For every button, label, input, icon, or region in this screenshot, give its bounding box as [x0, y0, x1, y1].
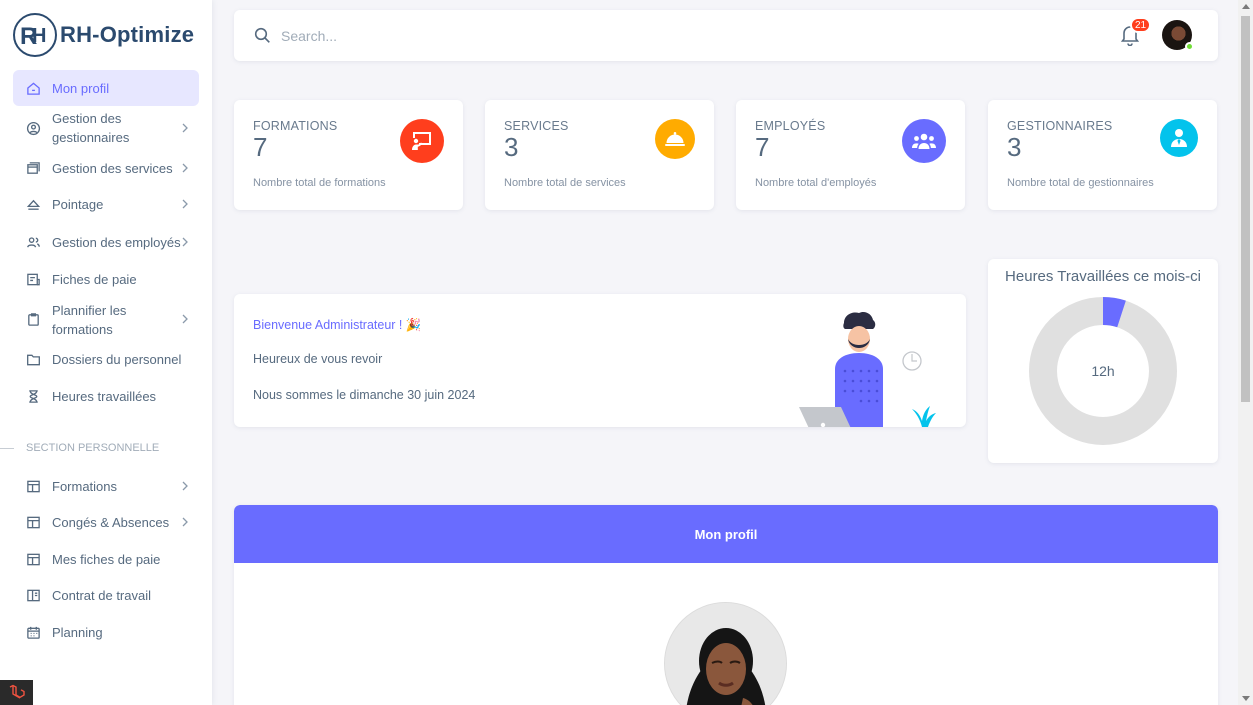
- chevron-right-icon: [181, 197, 191, 212]
- brand-logo-icon: R H: [13, 13, 57, 57]
- sidebar-item-formations[interactable]: Formations: [13, 468, 199, 504]
- hours-donut-chart: 12h: [1028, 296, 1178, 446]
- topbar: 21: [234, 10, 1218, 61]
- presentation-icon: [400, 119, 444, 163]
- profile-photo[interactable]: [664, 602, 787, 705]
- sidebar-item-pointage[interactable]: Pointage: [13, 187, 199, 223]
- chevron-right-icon: [181, 121, 191, 136]
- sidebar-item-mes-fiches-de-paie[interactable]: Mes fiches de paie: [13, 541, 199, 577]
- service-bell-icon: [655, 119, 695, 159]
- welcome-card: Bienvenue Administrateur ! 🎉 Heureux de …: [234, 294, 966, 427]
- scroll-up-arrow-icon[interactable]: [1242, 4, 1250, 9]
- scroll-down-arrow-icon[interactable]: [1242, 696, 1250, 701]
- section-header-personnelle: SECTION PERSONNELLE: [0, 442, 212, 454]
- stat-card-employes: EMPLOYÉS 7 Nombre total d'employés: [736, 100, 965, 210]
- laravel-icon: [9, 684, 25, 699]
- notification-badge: 21: [1130, 17, 1151, 33]
- chevron-right-icon: [181, 515, 191, 530]
- users-icon: [25, 234, 41, 250]
- profile-card: Mon profil: [234, 505, 1218, 705]
- stat-card-services: SERVICES 3 Nombre total de services: [485, 100, 714, 210]
- hours-value: 12h: [1091, 363, 1115, 379]
- main-menu: Mon profil Gestion des gestionnaires Ges…: [0, 70, 212, 414]
- sidebar-item-contrat-de-travail[interactable]: Contrat de travail: [13, 578, 199, 614]
- brand[interactable]: R H RH-Optimize: [0, 0, 212, 70]
- stat-card-formations: FORMATIONS 7 Nombre total de formations: [234, 100, 463, 210]
- sidebar-item-heures-travaillees[interactable]: Heures travaillées: [13, 378, 199, 414]
- user-avatar[interactable]: [1162, 20, 1194, 51]
- group-icon: [902, 119, 946, 163]
- personal-menu: Formations Congés & Absences Mes fiches …: [0, 468, 212, 650]
- sidebar-item-fiches-de-paie[interactable]: Fiches de paie: [13, 262, 199, 298]
- layout-icon: [25, 551, 41, 567]
- sidebar: R H RH-Optimize Mon profil Gestion des g…: [0, 0, 212, 705]
- folder-icon: [25, 352, 41, 368]
- profile-header: Mon profil: [234, 505, 1218, 563]
- sidebar-item-dossiers-personnel[interactable]: Dossiers du personnel: [13, 342, 199, 378]
- chevron-right-icon: [181, 161, 191, 176]
- user-circle-icon: [25, 120, 41, 136]
- brand-name: RH-Optimize: [60, 22, 195, 47]
- home-icon: [25, 80, 41, 96]
- chevron-right-icon: [181, 312, 191, 327]
- eject-icon: [25, 197, 41, 213]
- layout-icon: [25, 515, 41, 531]
- sidebar-item-gestion-gestionnaires[interactable]: Gestion des gestionnaires: [13, 107, 199, 149]
- sidebar-item-gestion-services[interactable]: Gestion des services: [13, 150, 199, 186]
- stat-card-gestionnaires: GESTIONNAIRES 3 Nombre total de gestionn…: [988, 100, 1217, 210]
- chevron-right-icon: [181, 479, 191, 494]
- search-input[interactable]: [281, 27, 881, 44]
- svg-text:H: H: [32, 25, 46, 47]
- scrollbar-thumb[interactable]: [1241, 16, 1250, 402]
- layout-icon: [25, 478, 41, 494]
- section-divider: [0, 447, 14, 449]
- online-status-dot: [1185, 42, 1194, 51]
- book-icon: [25, 588, 41, 604]
- calendar-icon: [25, 624, 41, 640]
- chevron-right-icon: [181, 235, 191, 250]
- search-icon: [254, 27, 270, 43]
- sidebar-item-plannifier-formations[interactable]: Plannifier les formations: [13, 299, 199, 341]
- receipt-icon: [25, 272, 41, 288]
- page-scrollbar[interactable]: [1238, 0, 1253, 705]
- manager-icon: [1160, 119, 1198, 157]
- sidebar-item-mon-profil[interactable]: Mon profil: [13, 70, 199, 106]
- hours-worked-card: Heures Travaillées ce mois-ci 12h: [988, 259, 1218, 463]
- sidebar-item-planning[interactable]: Planning: [13, 614, 199, 650]
- hourglass-icon: [25, 388, 41, 404]
- sidebar-item-gestion-employes[interactable]: Gestion des employés: [13, 224, 199, 261]
- hours-title: Heures Travaillées ce mois-ci: [1005, 268, 1201, 285]
- clipboard-icon: [25, 312, 41, 328]
- sidebar-item-conges-absences[interactable]: Congés & Absences: [13, 505, 199, 541]
- laravel-debugbar-toggle[interactable]: [0, 680, 33, 705]
- man-with-laptop-illustration: [799, 311, 936, 427]
- window-icon: [25, 160, 41, 176]
